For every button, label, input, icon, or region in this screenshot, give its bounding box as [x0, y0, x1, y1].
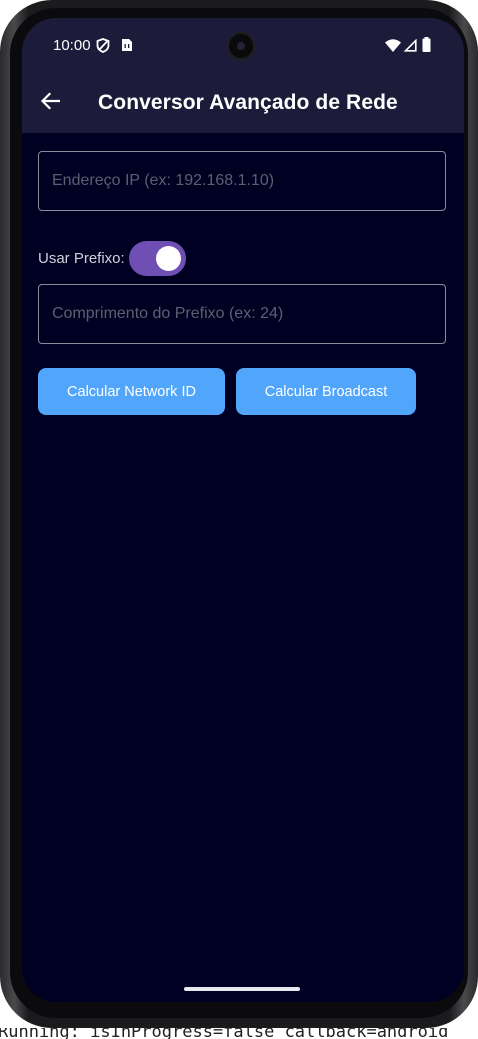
ip-address-field[interactable]	[38, 151, 446, 211]
battery-icon	[422, 37, 431, 57]
phone-frame: 10:00 Conversor Avançado de Rede Endereç…	[0, 0, 478, 1028]
calculate-network-id-button[interactable]: Calcular Network ID	[38, 368, 225, 415]
prefix-switch-row: Usar Prefixo:	[38, 240, 186, 276]
console-text: Running: isInProgress=false callback=and…	[0, 1028, 449, 1039]
status-bar: 10:00	[22, 18, 464, 74]
console-output-strip: Running: isInProgress=false callback=and…	[0, 1028, 478, 1039]
calculate-broadcast-button[interactable]: Calcular Broadcast	[236, 368, 416, 415]
shield-icon	[96, 38, 110, 58]
prefix-length-field[interactable]	[38, 284, 446, 344]
home-indicator[interactable]	[184, 987, 300, 991]
toggle-thumb	[155, 245, 181, 271]
prefix-toggle[interactable]	[128, 240, 186, 276]
arrow-left-icon	[40, 91, 61, 115]
ip-address-input[interactable]	[39, 152, 445, 210]
sim-card-icon	[121, 38, 133, 57]
status-time: 10:00	[53, 37, 91, 54]
app-bar: Conversor Avançado de Rede	[22, 74, 464, 133]
prefix-switch-label: Usar Prefixo:	[38, 249, 125, 267]
back-button[interactable]	[34, 87, 66, 119]
phone-screen: 10:00 Conversor Avançado de Rede Endereç…	[22, 18, 464, 1002]
front-camera	[227, 32, 255, 60]
wifi-icon	[385, 39, 401, 57]
cell-signal-icon	[403, 38, 417, 57]
prefix-length-input[interactable]	[39, 285, 445, 343]
page-title: Conversor Avançado de Rede	[98, 91, 398, 114]
